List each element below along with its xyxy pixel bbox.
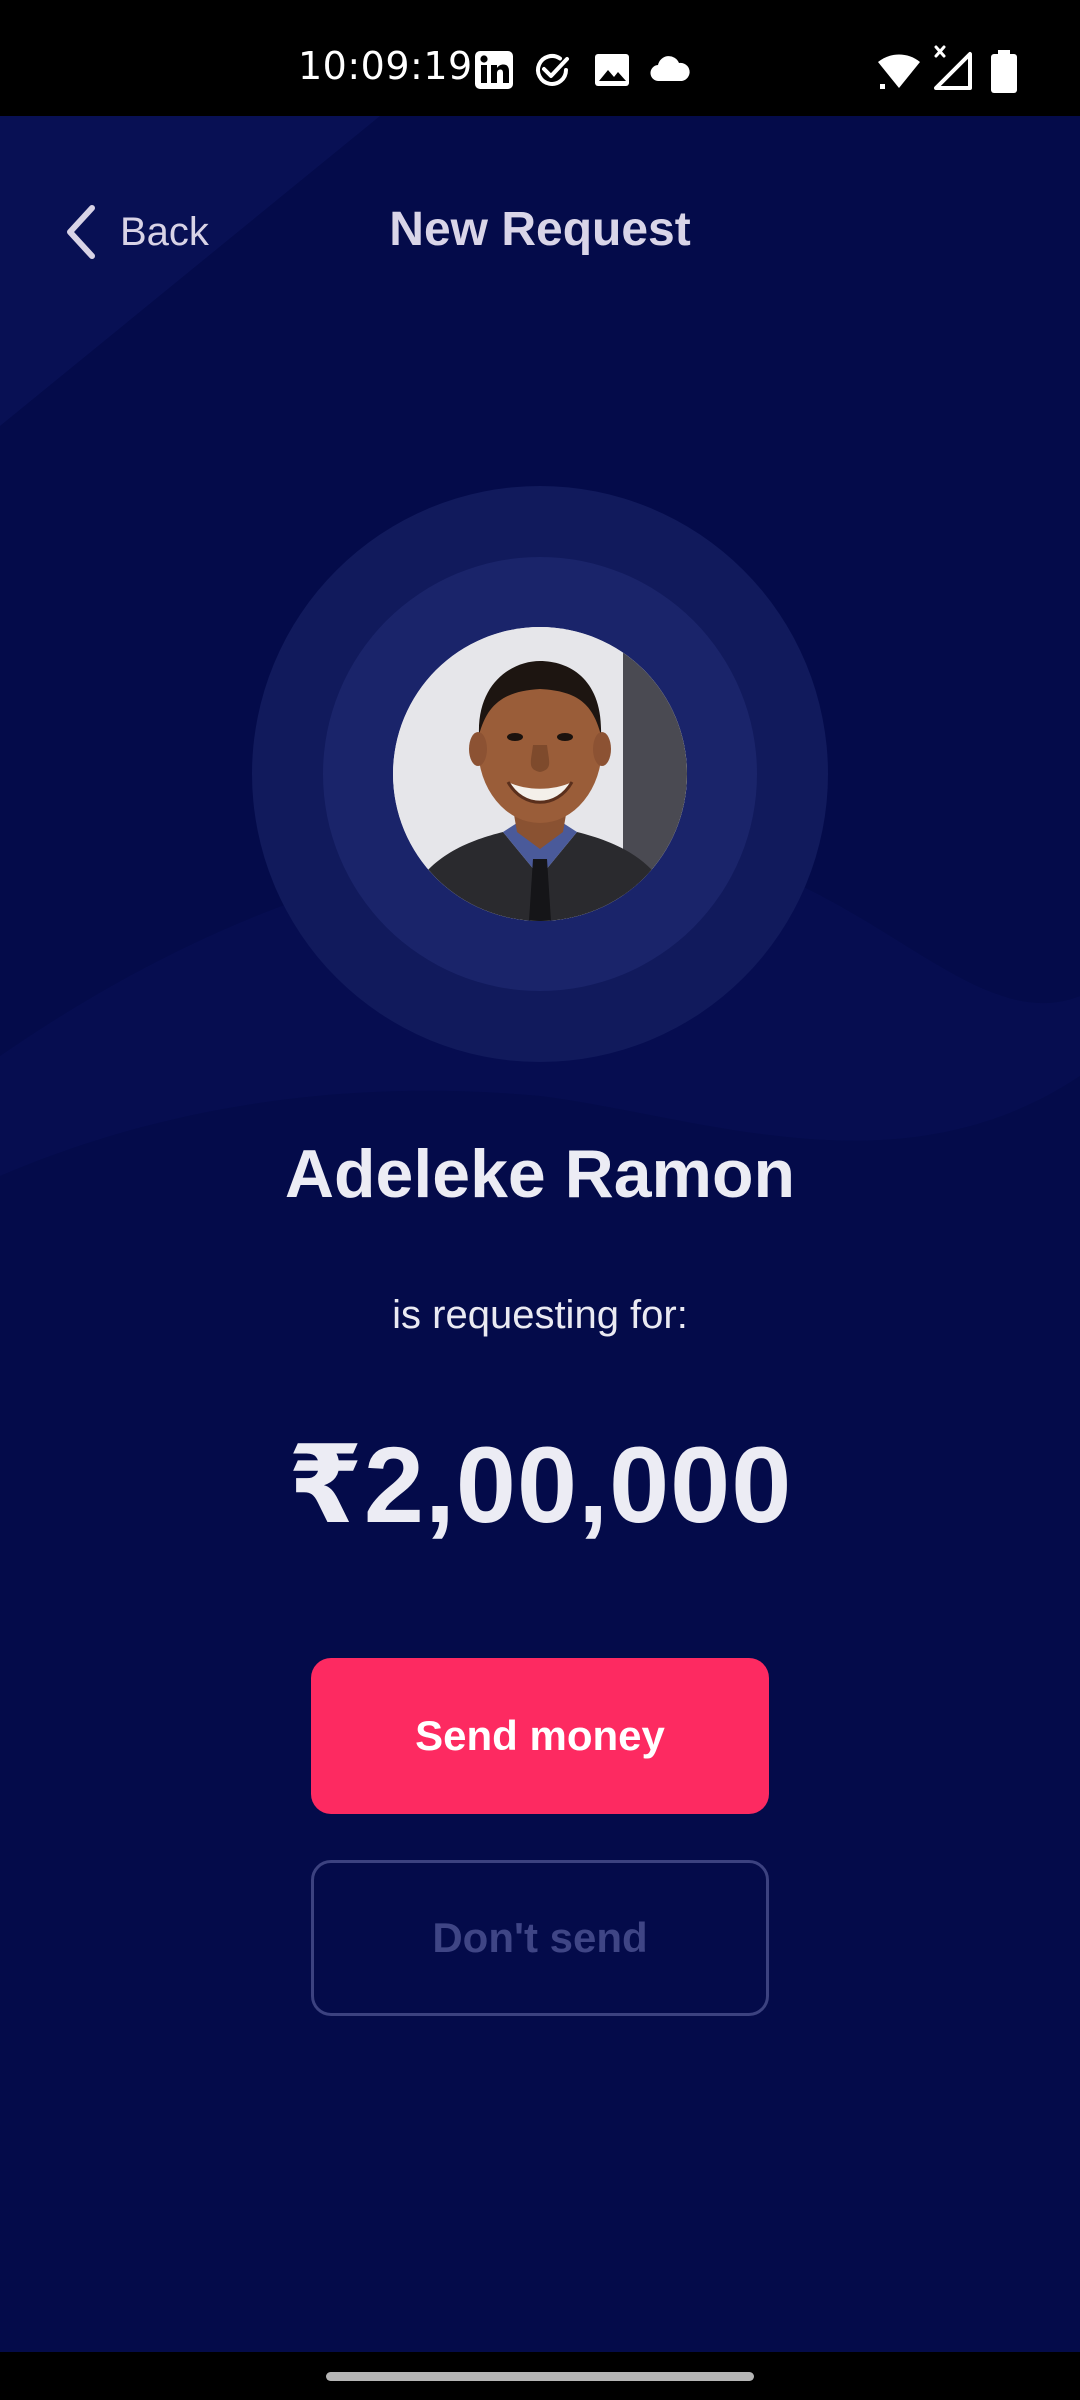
back-label: Back bbox=[120, 210, 209, 254]
status-bar: 10:09:19 bbox=[0, 0, 1080, 116]
dont-send-button[interactable]: Don't send bbox=[311, 1860, 769, 2016]
avatar bbox=[393, 627, 687, 921]
page-title: New Request bbox=[389, 203, 691, 256]
check-circle-icon bbox=[536, 54, 569, 86]
screen: 10:09:19 Back New Request Adeleke Ramon … bbox=[0, 0, 1080, 2400]
chevron-left-icon bbox=[67, 205, 95, 259]
status-time: 10:09:19 bbox=[298, 44, 473, 88]
cloud-icon bbox=[650, 56, 690, 82]
request-subtitle: is requesting for: bbox=[392, 1293, 688, 1337]
back-button[interactable]: Back bbox=[62, 196, 252, 268]
app-background bbox=[0, 116, 1080, 2352]
gallery-icon bbox=[595, 54, 629, 86]
request-amount: ₹2,00,000 bbox=[287, 1424, 793, 1545]
avatar-photo bbox=[393, 627, 687, 921]
navigation-bar bbox=[0, 2352, 1080, 2400]
cellular-signal-icon bbox=[934, 45, 972, 90]
requester-name: Adeleke Ramon bbox=[284, 1136, 796, 1212]
send-money-button[interactable]: Send money bbox=[311, 1658, 769, 1814]
battery-icon bbox=[991, 50, 1017, 93]
wifi-icon bbox=[878, 54, 920, 89]
linkedin-icon bbox=[475, 51, 513, 89]
home-gesture-handle[interactable] bbox=[326, 2372, 754, 2381]
